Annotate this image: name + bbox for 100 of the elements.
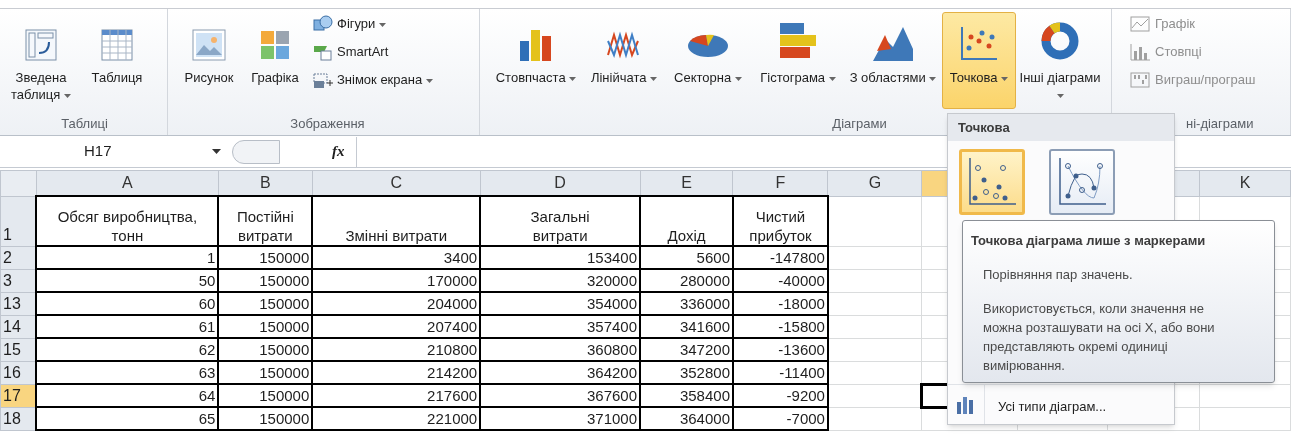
table-cell: 5600 <box>640 246 733 269</box>
ribbon-button[interactable]: Таблиця <box>80 12 154 109</box>
line-sparkline-icon <box>1129 15 1151 33</box>
menu-heading: Точкова <box>948 114 1174 141</box>
area-chart-icon <box>871 25 915 61</box>
tooltip-text: Порівняння пар значень. <box>983 265 1134 284</box>
column-header[interactable]: E <box>640 170 733 196</box>
ribbon-button[interactable]: Фігури <box>312 12 434 36</box>
table-icon <box>101 29 133 61</box>
all-chart-types-item[interactable]: Усі типи діаграм... <box>998 397 1107 417</box>
caret-icon[interactable] <box>379 22 386 27</box>
caret-icon[interactable] <box>212 148 221 154</box>
table-cell: 150000 <box>218 269 313 292</box>
column-header[interactable]: G <box>827 170 922 196</box>
table-cell: 364000 <box>640 407 733 430</box>
table-cell: -9200 <box>733 384 828 407</box>
ribbon-button[interactable]: Лінійчата <box>584 12 664 109</box>
clip-art-icon <box>259 29 291 61</box>
table-cell: 1 <box>36 246 219 269</box>
row-header[interactable]: 17 <box>0 384 37 407</box>
caret-icon[interactable] <box>425 78 433 83</box>
column-header[interactable]: B <box>218 170 313 196</box>
tooltip-text: Використовується, коли значення не можна розташувати на осі X, або вони представляють окремі одиниці вимірювання. <box>983 299 1216 375</box>
pivot-table-icon <box>25 29 57 61</box>
ribbon-button[interactable]: Точкова <box>942 12 1016 109</box>
table-cell: 153400 <box>480 246 641 269</box>
table-cell: 360800 <box>480 338 641 361</box>
caret-icon[interactable] <box>929 76 937 81</box>
table-cell: 65 <box>36 407 219 430</box>
table-cell: 61 <box>36 315 219 338</box>
row-header[interactable]: 1 <box>0 196 37 246</box>
row-header[interactable]: 3 <box>0 269 37 292</box>
ribbon-button[interactable]: Зведена таблиця <box>2 12 80 109</box>
row-header[interactable]: 18 <box>0 407 37 430</box>
table-cell: 217600 <box>312 384 481 407</box>
table-cell: 280000 <box>640 269 733 292</box>
picture-icon <box>192 29 226 61</box>
table-cell: 170000 <box>312 269 481 292</box>
table-cell: 3400 <box>312 246 481 269</box>
table-cell: 357400 <box>480 315 641 338</box>
table-cell: 358400 <box>640 384 733 407</box>
column-header[interactable]: K <box>1199 170 1291 196</box>
insert-function-button[interactable]: fx <box>332 140 352 163</box>
smartart-icon <box>313 43 333 61</box>
ribbon-button[interactable]: Знімок екрана <box>312 68 434 92</box>
table-cell: 204000 <box>312 292 481 315</box>
screenshot-icon <box>313 71 333 89</box>
column-header[interactable]: A <box>36 170 219 196</box>
caret-icon[interactable] <box>828 76 836 81</box>
group-label: Зображення <box>290 115 365 134</box>
ribbon-button[interactable]: Графіка <box>242 12 308 109</box>
table-cell: -147800 <box>733 246 828 269</box>
table-cell: 150000 <box>218 315 313 338</box>
shapes-icon <box>313 15 333 33</box>
table-cell: 320000 <box>480 269 641 292</box>
table-cell: 336000 <box>640 292 733 315</box>
scatter-chart-icon <box>959 25 999 61</box>
table-cell: 50 <box>36 269 219 292</box>
table-cell: -40000 <box>733 269 828 292</box>
table-cell: 221000 <box>312 407 481 430</box>
row-header[interactable]: 15 <box>0 338 37 361</box>
column-header[interactable]: F <box>733 170 828 196</box>
name-box[interactable]: H17 <box>84 140 112 163</box>
ribbon-button[interactable]: SmartArt <box>312 40 434 64</box>
row-header[interactable]: 13 <box>0 292 37 315</box>
ribbon-button[interactable]: Гістограма <box>752 12 844 109</box>
table-cell: 150000 <box>218 292 313 315</box>
table-cell: 364200 <box>480 361 641 384</box>
table-cell: 150000 <box>218 407 313 430</box>
win-loss-sparkline-icon <box>1129 71 1151 89</box>
caret-icon[interactable] <box>650 76 658 81</box>
table-cell: 150000 <box>218 246 313 269</box>
caret-icon[interactable] <box>734 76 742 81</box>
row-header[interactable]: 14 <box>0 315 37 338</box>
ribbon-button[interactable]: Інші діаграми <box>1016 12 1104 109</box>
table-cell: -7000 <box>733 407 828 430</box>
caret-icon[interactable] <box>569 76 577 81</box>
table-cell: 352800 <box>640 361 733 384</box>
column-header[interactable]: D <box>480 170 641 196</box>
tooltip-title: Точкова діаграма лише з маркерами <box>970 232 1207 250</box>
ribbon-button[interactable]: Рисунок <box>176 12 242 109</box>
table-cell: -18000 <box>733 292 828 315</box>
ribbon-button[interactable]: Секторна <box>664 12 752 109</box>
table-cell: 347200 <box>640 338 733 361</box>
ribbon-button[interactable]: З областями <box>844 12 942 109</box>
column-sparkline-icon <box>1129 43 1151 61</box>
row-header[interactable]: 2 <box>0 246 37 269</box>
table-cell: -11400 <box>733 361 828 384</box>
column-header[interactable]: C <box>312 170 481 196</box>
table-cell: 63 <box>36 361 219 384</box>
donut-chart-icon <box>1040 21 1080 61</box>
collapse-handle[interactable] <box>232 139 280 164</box>
row-header[interactable]: 16 <box>0 361 37 384</box>
table-cell: 64 <box>36 384 219 407</box>
table-cell: -13600 <box>733 338 828 361</box>
table-cell: 367600 <box>480 384 641 407</box>
ribbon-button[interactable]: Стовпчаста <box>488 12 584 109</box>
scatter-markers-option[interactable] <box>959 149 1025 215</box>
scatter-smooth-lines-option[interactable] <box>1049 149 1115 215</box>
table-cell: 207400 <box>312 315 481 338</box>
